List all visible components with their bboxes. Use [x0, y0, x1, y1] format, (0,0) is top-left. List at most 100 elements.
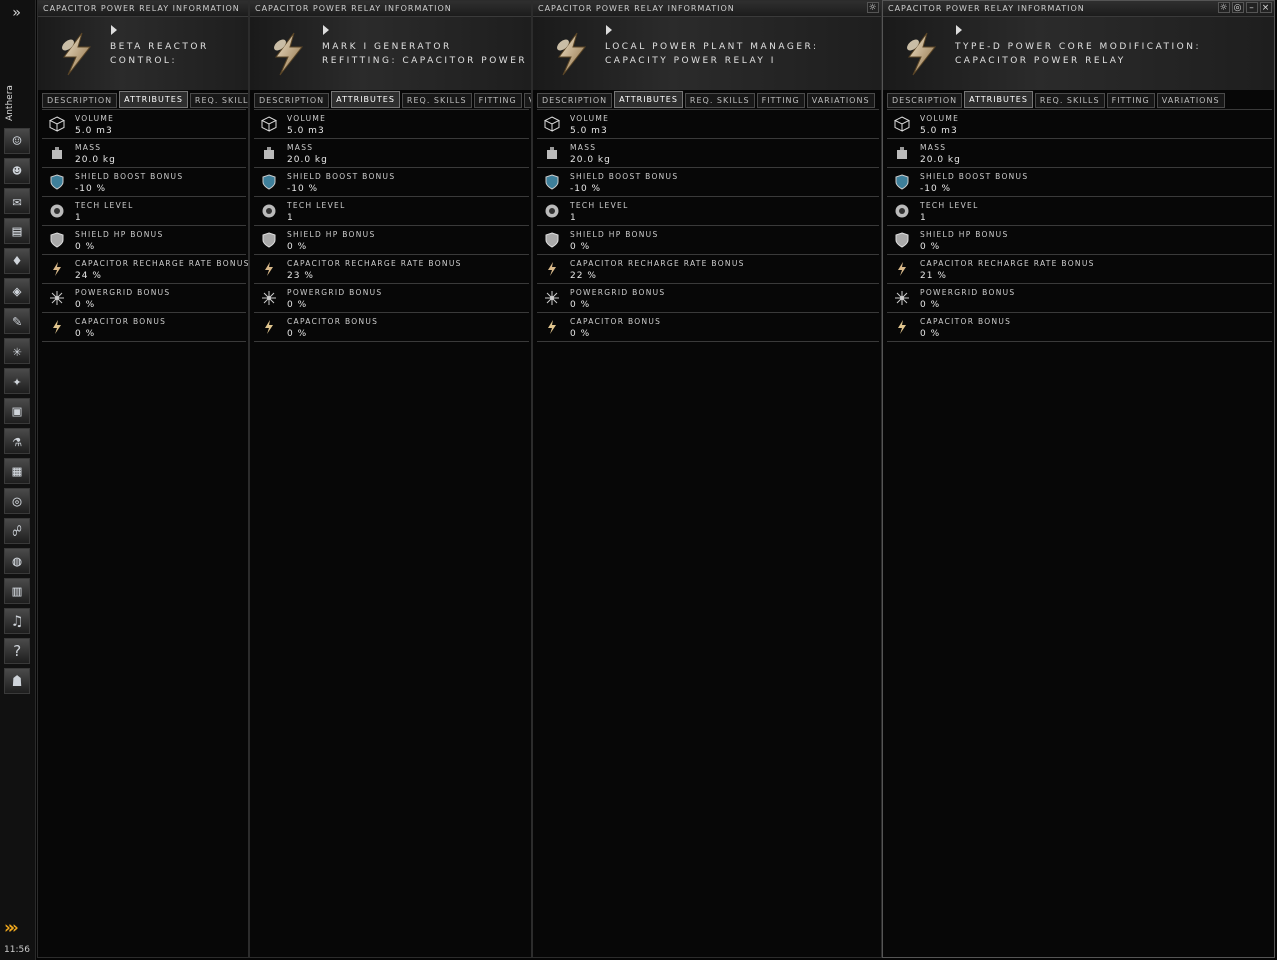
attribute-value: 1 — [920, 213, 927, 223]
tab-description[interactable]: DESCRIPTION — [537, 93, 613, 108]
powergrid-icon — [543, 289, 561, 307]
fitting-icon[interactable]: ✦ — [4, 368, 30, 394]
attribute-name: TECH LEVEL — [75, 201, 134, 210]
tab-fitting[interactable]: FITTING — [1106, 93, 1155, 108]
tech-level-icon — [893, 202, 911, 220]
mass-weight-icon — [48, 144, 66, 162]
attribute-name: MASS — [570, 143, 597, 152]
character-sheet-icon[interactable]: ☺ — [4, 128, 30, 154]
tab-variations[interactable]: VARIATIONS — [806, 93, 875, 108]
capacitor-icon — [543, 318, 561, 336]
volume-cube-icon — [260, 115, 278, 133]
tab-fitting[interactable]: FITTING — [756, 93, 805, 108]
tab-attributes[interactable]: ATTRIBUTES — [964, 91, 1033, 108]
options-icon[interactable]: ☼ — [1218, 2, 1230, 13]
tech-level-icon — [543, 202, 561, 220]
powergrid-icon — [893, 289, 911, 307]
expand-chevrons-icon[interactable]: »» — [4, 918, 32, 938]
capacitor-icon — [260, 318, 278, 336]
browser-icon[interactable]: ◍ — [4, 548, 30, 574]
character-name[interactable]: Anthera — [5, 73, 19, 133]
capacitor-power-relay-icon[interactable] — [260, 25, 318, 83]
mail-icon[interactable]: ✉ — [4, 188, 30, 214]
tab-attributes[interactable]: ATTRIBUTES — [614, 91, 683, 108]
show-info-arrow-icon[interactable] — [323, 25, 329, 35]
pin-icon[interactable]: ◎ — [1232, 2, 1244, 13]
assets-icon[interactable]: ▣ — [4, 398, 30, 424]
notepad-icon[interactable]: ▤ — [4, 218, 30, 244]
show-info-arrow-icon[interactable] — [956, 25, 962, 35]
corporation-icon[interactable]: ◈ — [4, 278, 30, 304]
people-icon[interactable]: ☻ — [4, 158, 30, 184]
market-icon[interactable]: ♦ — [4, 248, 30, 274]
shield-hp-icon — [893, 231, 911, 249]
window-titlebar[interactable]: CAPACITOR POWER RELAY INFORMATION — [38, 1, 248, 17]
volume-cube-icon — [893, 115, 911, 133]
attribute-row-shield-boost: SHIELD BOOST BONUS -10 % — [42, 168, 246, 197]
attribute-row-shield-hp: SHIELD HP BONUS 0 % — [254, 226, 529, 255]
help-lifebuoy-icon[interactable]: ◎ — [4, 488, 30, 514]
tab-description[interactable]: DESCRIPTION — [887, 93, 963, 108]
map-icon[interactable]: ✳ — [4, 338, 30, 364]
capacitor-icon — [893, 318, 911, 336]
capacitor-recharge-icon — [260, 260, 278, 278]
attribute-row-tech-level: TECH LEVEL 1 — [254, 197, 529, 226]
tab-req-skills[interactable]: REQ. SKILLS — [684, 93, 755, 108]
attribute-value: -10 % — [287, 184, 319, 194]
info-tabs: DESCRIPTION ATTRIBUTES REQ. SKILLS — [42, 91, 248, 108]
tab-variations[interactable]: VARIATIONS — [1156, 93, 1225, 108]
mass-weight-icon — [893, 144, 911, 162]
capacitor-power-relay-icon[interactable] — [48, 25, 106, 83]
tab-attributes[interactable]: ATTRIBUTES — [119, 91, 188, 108]
attribute-value: 23 % — [287, 271, 314, 281]
attribute-name: SHIELD BOOST BONUS — [75, 172, 184, 181]
tech-level-icon — [260, 202, 278, 220]
close-icon[interactable]: × — [1260, 2, 1272, 13]
minimize-icon[interactable]: – — [1246, 2, 1258, 13]
attribute-value: 1 — [287, 213, 294, 223]
attribute-value: 5.0 m3 — [570, 126, 608, 136]
wallet-icon[interactable]: ▥ — [4, 578, 30, 604]
journal-icon[interactable]: ✎ — [4, 308, 30, 334]
attribute-name: CAPACITOR BONUS — [920, 317, 1012, 326]
tab-req-skills[interactable]: REQ. SKILLS — [401, 93, 472, 108]
attribute-value: 0 % — [75, 242, 96, 252]
tab-description[interactable]: DESCRIPTION — [42, 93, 118, 108]
tab-fitting[interactable]: FITTING — [473, 93, 522, 108]
avatar-icon[interactable]: ☗ — [4, 668, 30, 694]
window-titlebar[interactable]: CAPACITOR POWER RELAY INFORMATION ☼ ◎ – × — [883, 1, 1274, 17]
science-icon[interactable]: ⚗ — [4, 428, 30, 454]
window-titlebar[interactable]: CAPACITOR POWER RELAY INFORMATION — [250, 1, 531, 17]
attribute-name: CAPACITOR RECHARGE RATE BONUS — [570, 259, 745, 268]
attribute-row-tech-level: TECH LEVEL 1 — [537, 197, 879, 226]
show-info-arrow-icon[interactable] — [606, 25, 612, 35]
shield-hp-icon — [48, 231, 66, 249]
attribute-name: CAPACITOR RECHARGE RATE BONUS — [920, 259, 1095, 268]
tab-variations[interactable]: VARIATIONS — [523, 93, 531, 108]
eve-clock: 11:56 — [4, 945, 30, 955]
attribute-row-shield-hp: SHIELD HP BONUS 0 % — [537, 226, 879, 255]
attribute-row-cap-recharge: CAPACITOR RECHARGE RATE BONUS 22 % — [537, 255, 879, 284]
calculator-icon[interactable]: ▦ — [4, 458, 30, 484]
attribute-value: 0 % — [287, 329, 308, 339]
attribute-row-tech-level: TECH LEVEL 1 — [42, 197, 246, 226]
tab-req-skills[interactable]: REQ. SKILLS — [1034, 93, 1105, 108]
powergrid-icon — [260, 289, 278, 307]
attribute-name: VOLUME — [75, 114, 115, 123]
options-icon[interactable]: ☼ — [867, 2, 879, 13]
tab-attributes[interactable]: ATTRIBUTES — [331, 91, 400, 108]
fleet-icon[interactable]: ☍ — [4, 518, 30, 544]
info-help-icon[interactable]: ? — [4, 638, 30, 664]
window-titlebar[interactable]: CAPACITOR POWER RELAY INFORMATION ☼ — [533, 1, 881, 17]
capacitor-power-relay-icon[interactable] — [543, 25, 601, 83]
show-info-arrow-icon[interactable] — [111, 25, 117, 35]
capacitor-recharge-icon — [893, 260, 911, 278]
capacitor-power-relay-icon[interactable] — [893, 25, 951, 83]
tab-description[interactable]: DESCRIPTION — [254, 93, 330, 108]
audio-icon[interactable]: ♫ — [4, 608, 30, 634]
tab-req-skills[interactable]: REQ. SKILLS — [189, 93, 248, 108]
expand-sidebar-icon[interactable]: » — [0, 2, 33, 24]
attribute-name: SHIELD HP BONUS — [920, 230, 1009, 239]
attribute-value: 24 % — [75, 271, 102, 281]
attribute-row-mass: MASS 20.0 kg — [537, 139, 879, 168]
